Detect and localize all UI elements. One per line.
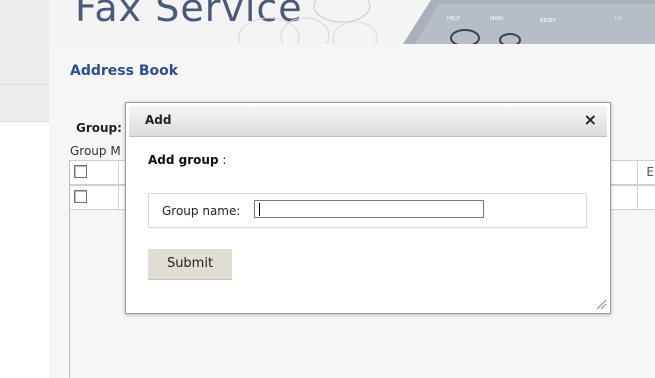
section-title-bold: Add group xyxy=(148,153,219,167)
svg-text:RESET: RESET xyxy=(540,18,557,24)
column-header-partial: E xyxy=(646,165,654,179)
submit-button[interactable]: Submit xyxy=(148,249,232,280)
add-group-dialog: Add × Add group : Group name: Submit xyxy=(125,102,611,314)
group-name-label: Group name: xyxy=(162,204,241,218)
text-caret xyxy=(259,203,260,216)
svg-text:HELP: HELP xyxy=(447,16,460,22)
page-title: Address Book xyxy=(70,63,179,79)
close-icon[interactable]: × xyxy=(584,110,597,130)
sidebar-block xyxy=(0,0,49,45)
section-title-suffix: : xyxy=(218,153,227,167)
row-checkbox[interactable] xyxy=(74,190,87,203)
banner: Fax Service HELP MAIN RESET LO xyxy=(49,0,655,44)
group-members-label: Group M xyxy=(70,144,121,158)
svg-text:MAIN: MAIN xyxy=(490,16,503,22)
section-title: Add group : xyxy=(148,153,226,167)
fax-machine-graphic: HELP MAIN RESET LO xyxy=(238,0,655,44)
dialog-titlebar[interactable]: Add × xyxy=(129,106,607,137)
left-sidebar xyxy=(0,0,49,378)
group-label: Group: xyxy=(76,121,122,135)
column-divider xyxy=(637,161,638,184)
resize-grip-icon[interactable] xyxy=(595,298,607,310)
dialog-title: Add xyxy=(145,113,172,127)
select-all-checkbox[interactable] xyxy=(74,165,87,178)
sidebar-block xyxy=(0,85,49,122)
column-divider xyxy=(118,186,119,209)
group-name-input[interactable] xyxy=(254,200,484,218)
sidebar-block xyxy=(0,44,49,85)
svg-text:LO: LO xyxy=(615,16,622,22)
column-divider xyxy=(637,186,638,209)
column-divider xyxy=(118,161,119,184)
group-name-field-container: Group name: xyxy=(148,193,587,228)
